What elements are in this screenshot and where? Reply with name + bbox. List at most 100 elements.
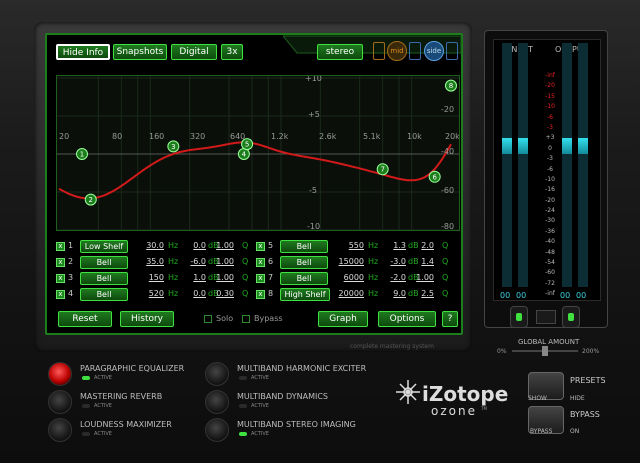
band-freq-value[interactable]: 550 <box>330 241 364 250</box>
eq-band-node[interactable]: 4 <box>237 148 250 160</box>
module-active-indicator[interactable] <box>239 404 247 408</box>
band-row: x 4 Bell 520 Hz 0.0 dB 0.30 Q <box>56 288 256 302</box>
band-type-button[interactable]: Low Shelf <box>80 240 128 253</box>
band-gain-value[interactable]: 1.3 <box>374 241 406 250</box>
module-name[interactable]: MASTERING REVERB <box>80 392 162 401</box>
help-button[interactable]: ? <box>442 311 458 327</box>
stereo-button[interactable]: stereo <box>317 44 363 60</box>
band-enable-checkbox[interactable]: x <box>256 242 265 251</box>
eq-band-node[interactable]: 8 <box>445 79 457 92</box>
module-power-button[interactable] <box>48 362 72 386</box>
eq-band-node[interactable]: 6 <box>428 170 441 183</box>
band-gain-value[interactable]: -3.0 <box>374 257 406 266</box>
module-active-indicator[interactable] <box>82 376 90 380</box>
band-type-button[interactable]: Bell <box>80 272 128 285</box>
module-power-button[interactable] <box>48 390 72 414</box>
band-freq-value[interactable]: 35.0 <box>130 257 164 266</box>
band-type-button[interactable]: Bell <box>280 272 328 285</box>
input-right-value: 00 <box>516 291 527 300</box>
module-active-indicator[interactable] <box>239 376 247 380</box>
band-gain-value[interactable]: 1.0 <box>174 273 206 282</box>
bypass-checkbox[interactable] <box>242 315 250 323</box>
band-type-button[interactable]: Bell <box>80 256 128 269</box>
band-gain-value[interactable]: 9.0 <box>374 289 406 298</box>
input-gain-slider[interactable] <box>510 306 528 328</box>
band-freq-value[interactable]: 520 <box>130 289 164 298</box>
module-active-indicator[interactable] <box>239 432 247 436</box>
eq-band-node[interactable]: 1 <box>76 148 89 160</box>
eq-band-node[interactable]: 3 <box>167 140 180 153</box>
band-enable-checkbox[interactable]: x <box>56 290 65 299</box>
band-q-value[interactable]: 2.5 <box>408 289 434 298</box>
bypass-main-label: BYPASS <box>570 410 600 419</box>
band-freq-value[interactable]: 30.0 <box>130 241 164 250</box>
module-power-button[interactable] <box>205 418 229 442</box>
graph-button[interactable]: Graph <box>318 311 368 327</box>
band-gain-value[interactable]: -6.0 <box>174 257 206 266</box>
product-name: ozone <box>431 404 477 418</box>
history-button[interactable]: History <box>120 311 174 327</box>
module-power-button[interactable] <box>205 362 229 386</box>
module-name[interactable]: MULTIBAND STEREO IMAGING <box>237 420 356 429</box>
options-button[interactable]: Options <box>378 311 436 327</box>
oversample-button[interactable]: 3x <box>221 44 243 60</box>
band-gain-value[interactable]: -2.0 <box>374 273 406 282</box>
module-name[interactable]: LOUDNESS MAXIMIZER <box>80 420 172 429</box>
band-type-button[interactable]: Bell <box>280 240 328 253</box>
link-side-icon[interactable] <box>409 42 421 60</box>
meter-scale-tick: -3 <box>547 155 553 163</box>
band-type-button[interactable]: Bell <box>280 256 328 269</box>
band-number: 1 <box>68 241 74 250</box>
output-gain-slider[interactable] <box>562 306 580 328</box>
db-right-label: -40 <box>441 147 455 156</box>
band-q-value[interactable]: 1.00 <box>408 273 434 282</box>
band-enable-checkbox[interactable]: x <box>56 242 65 251</box>
eq-band-node[interactable]: 2 <box>84 193 97 206</box>
module-active-indicator[interactable] <box>82 432 90 436</box>
band-gain-value[interactable]: 0.0 <box>174 289 206 298</box>
band-q-value[interactable]: 1.00 <box>208 273 234 282</box>
global-amount-max: 200% <box>582 348 600 355</box>
bypass-on-label: ON <box>570 428 580 435</box>
band-q-value[interactable]: 2.0 <box>408 241 434 250</box>
module-active-label: ACTIVE <box>251 375 269 381</box>
module-name[interactable]: MULTIBAND DYNAMICS <box>237 392 328 401</box>
meter-scale-tick: -10 <box>545 103 555 111</box>
band-q-value[interactable]: 1.4 <box>408 257 434 266</box>
solo-checkbox[interactable] <box>204 315 212 323</box>
digital-button[interactable]: Digital <box>171 44 217 60</box>
link-icon[interactable] <box>373 42 385 60</box>
side-button[interactable]: side <box>424 41 444 61</box>
band-enable-checkbox[interactable]: x <box>256 274 265 283</box>
band-enable-checkbox[interactable]: x <box>256 258 265 267</box>
band-type-button[interactable]: Bell <box>80 288 128 301</box>
band-q-value[interactable]: 0.30 <box>208 289 234 298</box>
band-q-value[interactable]: 1.00 <box>208 257 234 266</box>
module-name[interactable]: PARAGRAPHIC EQUALIZER <box>80 364 184 373</box>
band-gain-value[interactable]: 0.0 <box>174 241 206 250</box>
band-freq-value[interactable]: 15000 <box>330 257 364 266</box>
side-link-icon[interactable] <box>446 42 458 60</box>
band-enable-checkbox[interactable]: x <box>56 258 65 267</box>
module-name[interactable]: MULTIBAND HARMONIC EXCITER <box>237 364 366 373</box>
band-enable-checkbox[interactable]: x <box>56 274 65 283</box>
eq-graph[interactable]: 1 2 3 4 5 6 7 8 20 80 160 320 640 1.2k 2.6k 5.1… <box>56 75 460 231</box>
module-power-button[interactable] <box>48 418 72 442</box>
mid-button[interactable]: mid <box>387 41 407 61</box>
band-freq-value[interactable]: 150 <box>130 273 164 282</box>
db-right-label: -60 <box>441 186 455 195</box>
snapshots-button[interactable]: Snapshots <box>113 44 167 60</box>
band-q-value[interactable]: 1.00 <box>208 241 234 250</box>
module-power-button[interactable] <box>205 390 229 414</box>
trademark: TM <box>481 406 487 411</box>
band-freq-value[interactable]: 6000 <box>330 273 364 282</box>
band-freq-value[interactable]: 20000 <box>330 289 364 298</box>
hide-info-button[interactable]: Hide Info <box>56 44 110 60</box>
eq-band-node[interactable]: 7 <box>376 163 389 176</box>
module-active-indicator[interactable] <box>82 404 90 408</box>
band-type-button[interactable]: High Shelf <box>280 288 330 301</box>
reset-button[interactable]: Reset <box>58 311 112 327</box>
global-amount-slider[interactable] <box>512 346 578 356</box>
meter-link-icon[interactable] <box>536 310 556 324</box>
band-enable-checkbox[interactable]: x <box>256 290 265 299</box>
